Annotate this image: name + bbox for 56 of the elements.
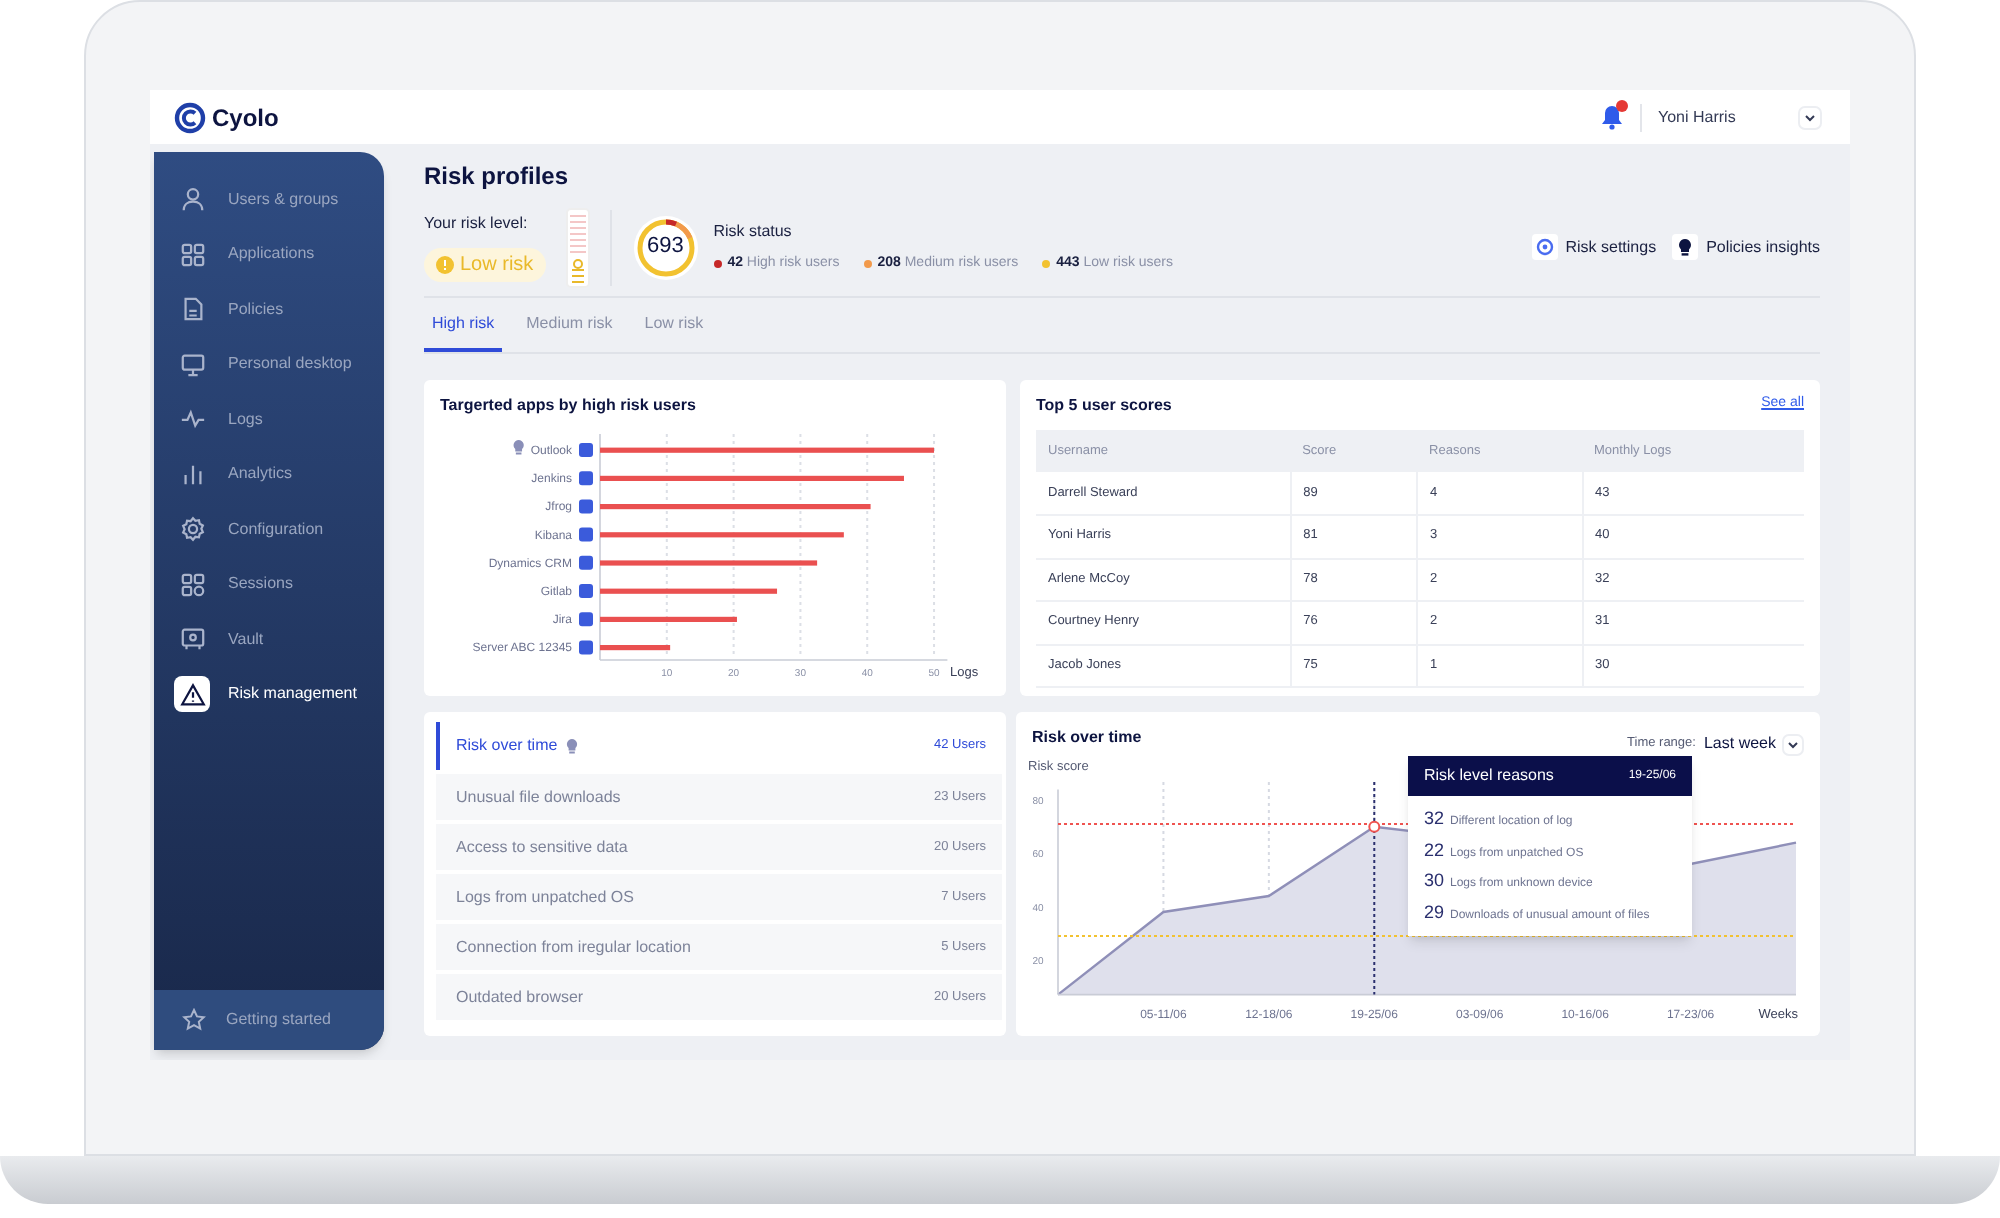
risk-score-ring	[631, 213, 700, 281]
sidebar-item[interactable]: Sessions	[154, 557, 384, 612]
bar	[600, 616, 737, 622]
reason-count: 22	[1424, 837, 1444, 863]
safe-icon	[179, 626, 205, 653]
chevron-down-icon	[1782, 733, 1804, 755]
logo-text: Cyolo	[212, 101, 279, 135]
action-button[interactable]: Policies insights	[1672, 234, 1820, 260]
bar-chart-icon	[179, 461, 205, 488]
info-icon	[436, 256, 454, 274]
page-title: Risk profiles	[424, 160, 571, 194]
tab[interactable]: Low risk	[636, 298, 712, 352]
card-title: Risk over time	[1032, 726, 1142, 750]
document-icon	[179, 296, 205, 323]
getting-started-item[interactable]: Getting started	[154, 990, 384, 1050]
star-icon	[182, 1008, 206, 1032]
pulse-icon	[179, 406, 205, 433]
grid-icon	[179, 241, 205, 268]
grid-icon	[179, 571, 205, 598]
sidebar-item[interactable]: Users & groups	[154, 172, 384, 227]
risk-status-title: Risk status	[713, 219, 794, 244]
warning-icon	[179, 681, 205, 708]
tooltip-title: Risk level reasons	[1424, 764, 1554, 788]
logo-icon	[174, 101, 206, 133]
point-marker	[1368, 820, 1381, 833]
risk-level-label: Your risk level:	[424, 212, 530, 236]
card-title: Top 5 user scores	[1036, 394, 1172, 418]
sidebar-item[interactable]: Logs	[154, 392, 384, 447]
time-range-dropdown[interactable]: Last week	[1703, 732, 1804, 756]
user-icon	[179, 186, 205, 213]
bell-icon	[1600, 103, 1624, 129]
notifications-button[interactable]	[1600, 103, 1624, 131]
sidebar-item[interactable]: Personal desktop	[154, 337, 384, 392]
risk-level-badge: Low risk	[424, 248, 546, 282]
sidebar-item[interactable]: Analytics	[154, 447, 384, 502]
sidebar-item[interactable]: Configuration	[154, 502, 384, 557]
reason-count: 30	[1424, 868, 1444, 894]
card-title: Targerted apps by high risk users	[440, 394, 696, 418]
sidebar-item[interactable]: Risk management	[154, 667, 384, 722]
reason-count: 29	[1424, 899, 1444, 925]
sidebar-item[interactable]: Applications	[154, 227, 384, 282]
action-button[interactable]: Risk settings	[1531, 234, 1657, 260]
tab[interactable]: High risk	[424, 298, 503, 352]
sidebar-item[interactable]: Vault	[154, 612, 384, 667]
risk-meter-icon	[565, 207, 590, 287]
user-name[interactable]: Yoni Harris	[1658, 105, 1798, 129]
settings-icon	[179, 516, 205, 543]
sidebar-item[interactable]: Policies	[154, 282, 384, 337]
bar	[600, 645, 671, 651]
risk-score: 693	[645, 232, 686, 263]
monitor-icon	[179, 351, 205, 378]
settings-icon	[1531, 234, 1558, 260]
bulb-icon	[1672, 234, 1699, 260]
tab[interactable]: Medium risk	[518, 298, 621, 352]
chevron-down-icon[interactable]	[1798, 105, 1822, 129]
reason-count: 32	[1424, 806, 1444, 832]
